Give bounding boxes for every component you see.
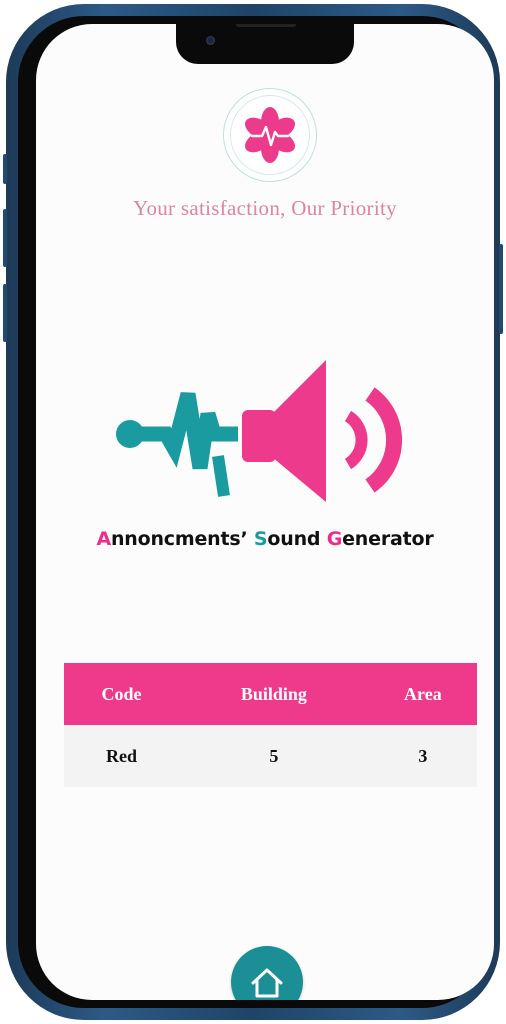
- front-camera: [206, 36, 215, 45]
- title-word-3: enerator: [342, 528, 434, 550]
- title-word-2: ound: [267, 528, 327, 550]
- tagline: Your satisfaction, Our Priority: [133, 196, 397, 220]
- header-area: Area: [368, 663, 477, 725]
- cell-building: 5: [178, 725, 369, 787]
- title-initial-s: S: [253, 528, 268, 550]
- earpiece-speaker: [236, 24, 296, 27]
- volume-up-button: [3, 209, 7, 267]
- notch: [176, 24, 354, 64]
- cell-area: 3: [368, 725, 477, 787]
- announcement-table: Code Building Area Red 5 3: [64, 663, 477, 787]
- home-icon: [251, 968, 283, 998]
- app-screen: Your satisfaction, Our Priority Annoncme…: [36, 24, 494, 1000]
- table-row: Red 5 3: [64, 725, 477, 787]
- app-logo: [223, 88, 317, 182]
- home-button[interactable]: [231, 946, 303, 1000]
- table-header-row: Code Building Area: [64, 663, 477, 725]
- hero-title: Annoncments’ Sound Generator: [36, 528, 494, 550]
- header-building: Building: [178, 663, 369, 725]
- title-initial-a: A: [96, 528, 111, 550]
- heartbeat-asterisk-logo-icon: [244, 107, 296, 163]
- sound-wave-speaker-icon: [116, 360, 403, 502]
- title-word-1: nnoncments’: [110, 528, 254, 550]
- side-button: [3, 154, 7, 184]
- volume-down-button: [3, 284, 7, 342]
- cell-code: Red: [64, 725, 179, 787]
- title-initial-g: G: [326, 528, 343, 550]
- power-button: [499, 244, 503, 334]
- header-code: Code: [64, 663, 179, 725]
